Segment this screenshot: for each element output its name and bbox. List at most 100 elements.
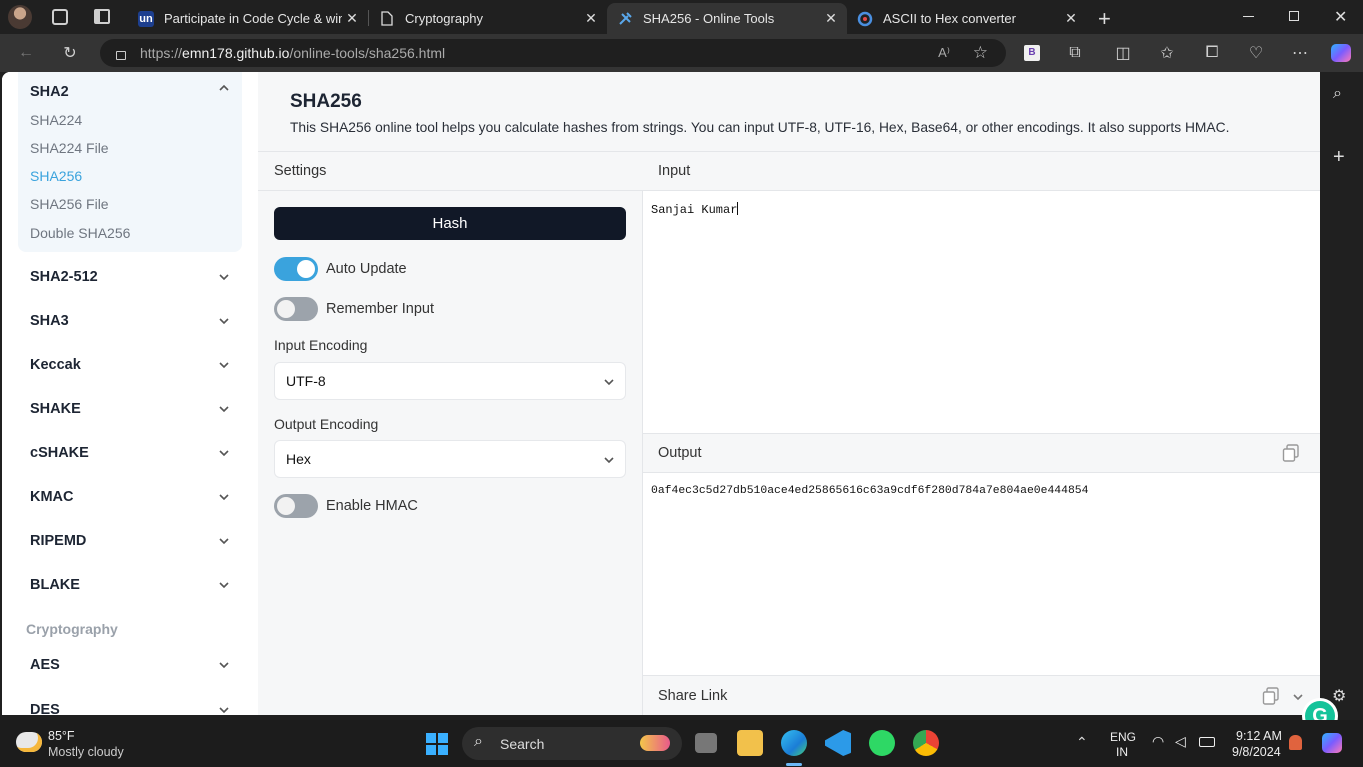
refresh-icon[interactable]: ↻ (58, 41, 82, 65)
output-encoding-value: Hex (286, 451, 311, 467)
sidebar-group-sha2[interactable]: SHA2 (30, 84, 69, 100)
chevron-down-icon[interactable] (1292, 691, 1304, 703)
chevron-down-icon[interactable] (218, 704, 230, 715)
extensions-icon[interactable]: ⧉ (1063, 41, 1087, 65)
sidebar-item-sha224[interactable]: SHA224 (30, 112, 82, 128)
lock-icon (116, 50, 126, 60)
search-icon: ⌕ (474, 733, 483, 750)
share-link-heading[interactable]: Share Link (658, 688, 727, 704)
extension-b-icon[interactable]: B (1020, 41, 1044, 65)
chevron-down-icon[interactable] (218, 403, 230, 415)
sidebar-group-ripemd[interactable]: RIPEMD (30, 533, 86, 549)
copy-output-icon[interactable] (1282, 444, 1300, 462)
wifi-icon[interactable]: ◠ (1152, 733, 1164, 750)
taskbar-search[interactable]: ⌕ Search (462, 727, 682, 760)
add-icon[interactable]: + (1333, 146, 1345, 169)
language-line1[interactable]: ENG (1110, 730, 1136, 744)
volume-icon[interactable]: ◁ (1175, 733, 1186, 750)
copy-link-icon[interactable] (1262, 687, 1280, 705)
search-icon[interactable]: ⌕ (1333, 85, 1342, 103)
chrome-icon[interactable] (913, 730, 939, 756)
close-tab-icon[interactable]: ✕ (821, 10, 841, 27)
collections-icon[interactable]: ⧠ (1200, 41, 1224, 65)
notification-bell-icon[interactable] (1289, 735, 1302, 750)
new-tab-icon[interactable]: + (1098, 6, 1111, 32)
tab-cryptography[interactable]: Cryptography ✕ (369, 3, 607, 34)
copilot-icon[interactable] (1329, 41, 1353, 65)
sidebar-item-sha224-file[interactable]: SHA224 File (30, 140, 109, 156)
read-aloud-icon[interactable]: A⁾ (938, 45, 950, 61)
whatsapp-icon[interactable] (869, 730, 895, 756)
split-screen-icon[interactable]: ◫ (1111, 41, 1135, 65)
input-textarea[interactable]: Sanjai Kumar (643, 191, 1320, 433)
sidebar-group-shake[interactable]: SHAKE (30, 401, 81, 417)
tab-ascii-hex[interactable]: ASCII to Hex converter ✕ (847, 3, 1087, 34)
input-heading: Input (658, 163, 691, 179)
profile-avatar[interactable] (8, 5, 32, 29)
performance-icon[interactable]: ♡ (1244, 41, 1268, 65)
language-line2[interactable]: IN (1116, 745, 1128, 759)
output-heading: Output (658, 445, 702, 461)
close-tab-icon[interactable]: ✕ (581, 10, 601, 27)
favorites-icon[interactable]: ✩ (1155, 41, 1179, 65)
close-tab-icon[interactable]: ✕ (1061, 10, 1081, 27)
sidebar-item-sha256[interactable]: SHA256 (30, 168, 82, 184)
sidebar-item-sha256-file[interactable]: SHA256 File (30, 196, 109, 212)
chevron-down-icon[interactable] (218, 271, 230, 283)
input-encoding-value: UTF-8 (286, 373, 326, 389)
hmac-toggle[interactable] (274, 494, 318, 518)
start-windows-icon[interactable] (426, 733, 448, 755)
vscode-icon[interactable] (825, 730, 851, 756)
output-encoding-select[interactable]: Hex (274, 440, 626, 478)
edge-browser-icon[interactable] (781, 730, 807, 756)
task-view-icon[interactable] (695, 733, 717, 753)
close-window-icon[interactable]: ✕ (1334, 7, 1347, 27)
tab-code-cycle[interactable]: un Participate in Code Cycle & win e ✕ (128, 3, 368, 34)
minimize-icon[interactable] (1243, 16, 1254, 17)
tab-actions-icon[interactable] (94, 9, 110, 24)
settings-gear-icon[interactable]: ⚙ (1332, 686, 1346, 706)
sidebar-group-keccak[interactable]: Keccak (30, 357, 81, 373)
restore-icon[interactable] (1289, 11, 1299, 21)
address-toolbar: ← ↻ https://emn178.github.io/online-tool… (0, 34, 1363, 72)
close-tab-icon[interactable]: ✕ (342, 10, 362, 27)
back-icon[interactable]: ← (14, 41, 38, 65)
search-highlight-icon (640, 735, 670, 751)
workspaces-icon[interactable] (52, 9, 68, 25)
sidebar-group-sha3[interactable]: SHA3 (30, 313, 69, 329)
chevron-down-icon[interactable] (218, 359, 230, 371)
chevron-down-icon[interactable] (218, 535, 230, 547)
clock-time[interactable]: 9:12 AM (1236, 729, 1282, 743)
chevron-down-icon[interactable] (218, 659, 230, 671)
tab-label: ASCII to Hex converter (883, 11, 1016, 26)
sidebar-group-blake[interactable]: BLAKE (30, 577, 80, 593)
more-menu-icon[interactable]: ⋯ (1288, 41, 1312, 65)
sidebar-group-kmac[interactable]: KMAC (30, 489, 74, 505)
sidebar-group-sha2-512[interactable]: SHA2-512 (30, 269, 98, 285)
sidebar-item-double-sha256[interactable]: Double SHA256 (30, 225, 130, 241)
weather-cloud-icon[interactable] (16, 732, 42, 752)
file-explorer-icon[interactable] (737, 730, 763, 756)
tab-sha256[interactable]: SHA256 - Online Tools ✕ (607, 3, 847, 34)
hash-button[interactable]: Hash (274, 207, 626, 240)
chevron-down-icon[interactable] (218, 447, 230, 459)
chevron-down-icon[interactable] (218, 491, 230, 503)
output-textarea[interactable]: 0af4ec3c5d27db510ace4ed25865616c63a9cdf6… (643, 473, 1320, 675)
chevron-down-icon[interactable] (218, 579, 230, 591)
input-encoding-select[interactable]: UTF-8 (274, 362, 626, 400)
battery-icon[interactable] (1199, 737, 1215, 747)
favorite-star-icon[interactable]: ☆ (973, 43, 988, 63)
clock-date[interactable]: 9/8/2024 (1232, 745, 1281, 759)
sidebar-group-aes[interactable]: AES (30, 657, 60, 673)
copilot-taskbar-icon[interactable] (1322, 733, 1342, 753)
auto-update-toggle[interactable] (274, 257, 318, 281)
chevron-up-icon[interactable]: ⌃ (1076, 734, 1088, 751)
chevron-down-icon[interactable] (218, 315, 230, 327)
url-path: /online-tools/sha256.html (289, 45, 446, 61)
remember-input-toggle[interactable] (274, 297, 318, 321)
sidebar-group-des[interactable]: DES (30, 702, 60, 715)
sidebar-group-cshake[interactable]: cSHAKE (30, 445, 89, 461)
main-panel: SHA256 This SHA256 online tool helps you… (258, 72, 1320, 715)
chevron-up-icon[interactable] (218, 82, 230, 94)
address-bar[interactable]: https://emn178.github.io/online-tools/sh… (100, 39, 1006, 67)
